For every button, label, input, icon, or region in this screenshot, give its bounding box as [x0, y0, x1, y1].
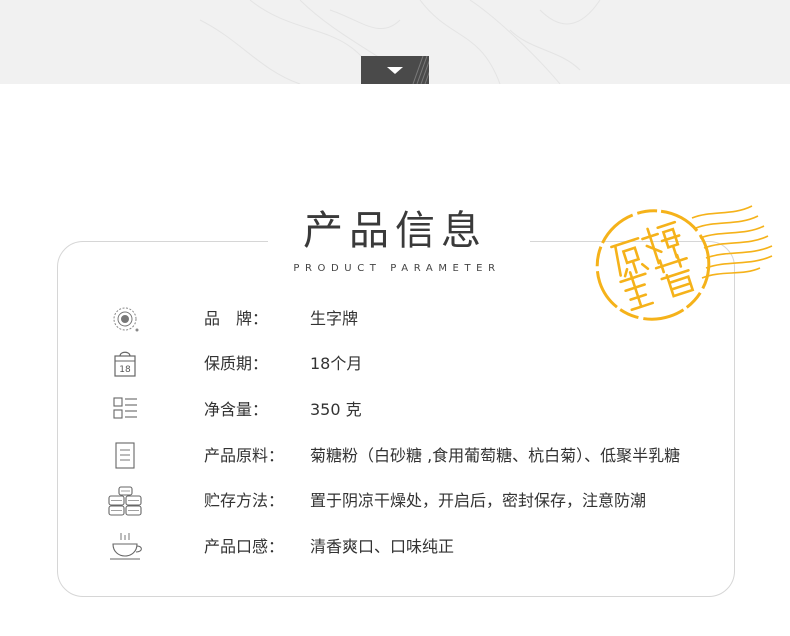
param-row-ingredients: 产品原料： 菊糖粉（白砂糖 ,食用葡萄糖、杭白菊）、低聚半乳糖	[0, 441, 790, 471]
document-icon	[115, 442, 135, 469]
tea-cup-icon	[110, 533, 142, 560]
param-row-net-weight: 净含量： 350 克	[0, 395, 790, 425]
grid-list-icon	[113, 397, 137, 419]
param-label: 品 牌：	[204, 309, 269, 328]
collapse-toggle-button[interactable]	[361, 56, 429, 84]
param-label: 保质期：	[204, 354, 269, 373]
calendar-number: 18	[119, 365, 131, 375]
param-value: 菊糖粉（白砂糖 ,食用葡萄糖、杭白菊）、低聚半乳糖	[310, 446, 681, 465]
param-label: 产品原料：	[204, 446, 285, 465]
param-row-shelf-life: 18 保质期： 18个月	[0, 349, 790, 379]
param-row-storage: 贮存方法： 置于阴凉干燥处，开启后，密封保存，注意防潮	[0, 486, 790, 516]
param-row-brand: 品 牌： 生字牌	[0, 304, 790, 334]
param-label: 产品口感：	[204, 537, 285, 556]
calendar-icon: 18	[114, 351, 136, 377]
param-label: 贮存方法：	[204, 491, 285, 510]
param-row-taste: 产品口感： 清香爽口、口味纯正	[0, 532, 790, 562]
chevron-down-icon	[387, 67, 403, 74]
param-value: 350 克	[310, 400, 362, 419]
param-value: 清香爽口、口味纯正	[310, 537, 455, 556]
param-value: 置于阴凉干燥处，开启后，密封保存，注意防潮	[310, 491, 647, 510]
param-value: 生字牌	[310, 309, 359, 328]
brand-seal-icon	[113, 307, 139, 332]
storage-stack-icon	[108, 486, 142, 516]
param-value: 18个月	[310, 354, 363, 373]
top-banner	[0, 0, 790, 84]
param-label: 净含量：	[204, 400, 269, 419]
